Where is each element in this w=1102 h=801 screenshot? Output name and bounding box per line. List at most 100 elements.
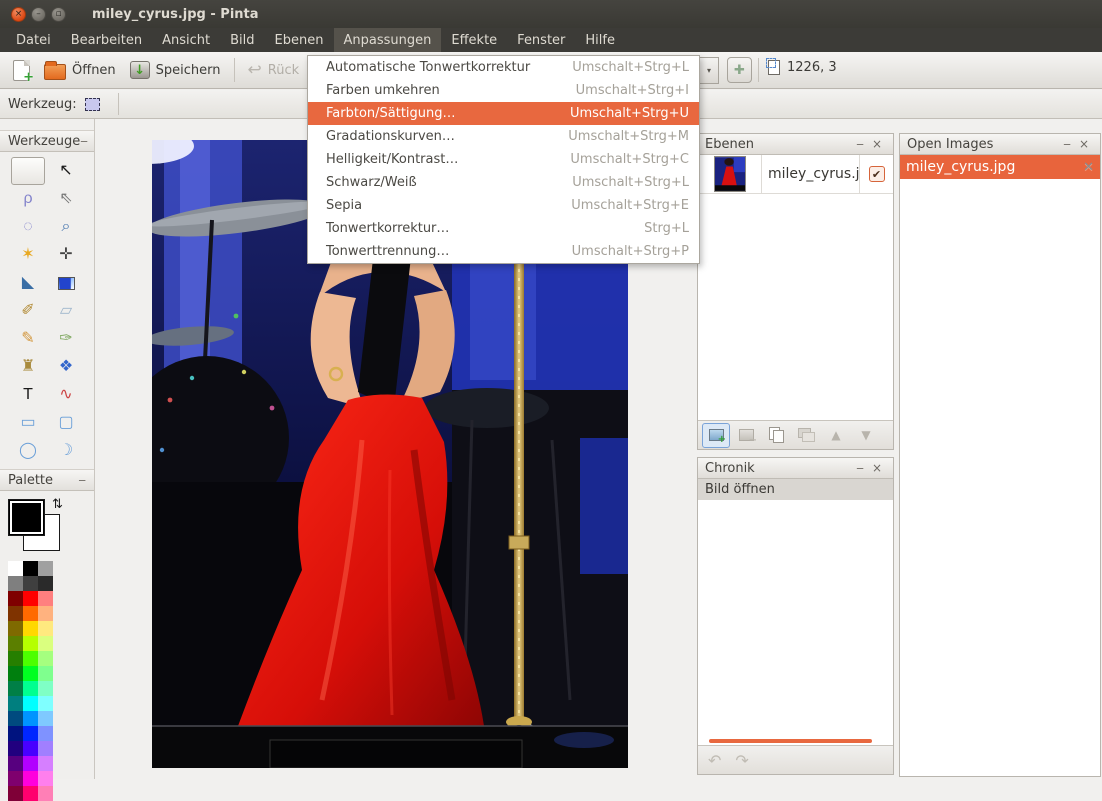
palette-swatch[interactable] bbox=[38, 591, 53, 606]
tool-pan[interactable]: ✛ bbox=[49, 241, 83, 269]
palette-swatch[interactable] bbox=[23, 726, 38, 741]
palette-swatch[interactable] bbox=[8, 726, 23, 741]
tool-color-picker[interactable]: ✑ bbox=[49, 325, 83, 353]
zoom-combo-arrow-button[interactable]: ▾ bbox=[700, 57, 719, 84]
close-panel-icon[interactable]: × bbox=[868, 138, 886, 150]
move-layer-down-button[interactable]: ▼ bbox=[852, 423, 880, 448]
history-redo-button[interactable]: ↷ bbox=[735, 751, 748, 770]
minimize-panel-icon[interactable]: ‒ bbox=[852, 462, 868, 474]
minimize-panel-icon[interactable]: ‒ bbox=[1059, 138, 1075, 150]
move-layer-up-button[interactable]: ▲ bbox=[822, 423, 850, 448]
layer-visible-checkbox[interactable]: ✔ bbox=[869, 166, 885, 182]
palette-swatch[interactable] bbox=[38, 786, 53, 801]
tool-eraser[interactable]: ▱ bbox=[49, 297, 83, 325]
menubar-item-Hilfe[interactable]: Hilfe bbox=[575, 28, 625, 52]
current-tool-icon[interactable] bbox=[85, 98, 100, 111]
tool-freeform-shape[interactable]: ☽ bbox=[49, 437, 83, 465]
dropdown-menu-item[interactable]: Farben umkehren Umschalt+Strg+I bbox=[308, 79, 699, 102]
dropdown-menu-item[interactable]: Farbton/Sättigung… Umschalt+Strg+U bbox=[308, 102, 699, 125]
tool-paintbrush[interactable]: ✐ bbox=[11, 297, 45, 325]
palette-swatch[interactable] bbox=[23, 561, 38, 576]
maximize-window-button[interactable]: ▫ bbox=[51, 7, 66, 22]
palette-swatch[interactable] bbox=[38, 606, 53, 621]
palette-swatch[interactable] bbox=[8, 561, 23, 576]
palette-swatch[interactable] bbox=[23, 741, 38, 756]
palette-swatch[interactable] bbox=[38, 741, 53, 756]
palette-swatch[interactable] bbox=[23, 651, 38, 666]
palette-swatch[interactable] bbox=[38, 666, 53, 681]
palette-swatch[interactable] bbox=[23, 696, 38, 711]
tool-lasso-select[interactable]: ρ bbox=[11, 185, 45, 213]
duplicate-layer-button[interactable] bbox=[762, 423, 790, 448]
menubar-item-Anpassungen[interactable]: Anpassungen bbox=[334, 28, 442, 52]
delete-layer-button[interactable]: − bbox=[732, 423, 760, 448]
palette-swatch[interactable] bbox=[23, 666, 38, 681]
close-panel-icon[interactable]: × bbox=[1075, 138, 1093, 150]
palette-swatch[interactable] bbox=[23, 621, 38, 636]
merge-layer-button[interactable] bbox=[792, 423, 820, 448]
palette-swatch[interactable] bbox=[8, 696, 23, 711]
tool-rounded-rectangle[interactable]: ▢ bbox=[49, 409, 83, 437]
palette-swatch[interactable] bbox=[38, 681, 53, 696]
palette-swatch[interactable] bbox=[8, 666, 23, 681]
palette-swatch[interactable] bbox=[23, 756, 38, 771]
palette-swatch[interactable] bbox=[8, 621, 23, 636]
close-panel-icon[interactable]: × bbox=[868, 462, 886, 474]
dropdown-menu-item[interactable]: Automatische Tonwertkorrektur Umschalt+S… bbox=[308, 56, 699, 79]
dropdown-menu-item[interactable]: Tonwertkorrektur… Strg+L bbox=[308, 217, 699, 240]
palette-swatch[interactable] bbox=[38, 561, 53, 576]
dropdown-menu-item[interactable]: Gradationskurven… Umschalt+Strg+M bbox=[308, 125, 699, 148]
tool-move-selection[interactable]: ↖ bbox=[49, 157, 83, 185]
tool-line-curve[interactable]: ∿ bbox=[49, 381, 83, 409]
tool-zoom[interactable]: ⌕ bbox=[49, 213, 83, 241]
tool-text[interactable]: T bbox=[11, 381, 45, 409]
crop-to-selection-button[interactable]: ✚ bbox=[727, 57, 752, 83]
dropdown-menu-item[interactable]: Tonwerttrennung… Umschalt+Strg+P bbox=[308, 240, 699, 263]
undo-button[interactable]: ↩ Rück bbox=[241, 59, 307, 82]
dropdown-menu-item[interactable]: Schwarz/Weiß Umschalt+Strg+L bbox=[308, 171, 699, 194]
tool-paint-bucket[interactable]: ◣ bbox=[11, 269, 45, 297]
new-image-button[interactable]: + bbox=[6, 57, 37, 84]
palette-swatch[interactable] bbox=[23, 786, 38, 801]
palette-swatch[interactable] bbox=[38, 576, 53, 591]
palette-swatch[interactable] bbox=[38, 711, 53, 726]
palette-swatch[interactable] bbox=[23, 576, 38, 591]
dropdown-menu-item[interactable]: Helligkeit/Kontrast… Umschalt+Strg+C bbox=[308, 148, 699, 171]
palette-swatch[interactable] bbox=[38, 696, 53, 711]
open-image-item[interactable]: miley_cyrus.jpg ✕ bbox=[900, 155, 1100, 179]
tool-recolor[interactable]: ❖ bbox=[49, 353, 83, 381]
palette-swatch[interactable] bbox=[23, 711, 38, 726]
palette-swatch[interactable] bbox=[8, 591, 23, 606]
collapse-icon[interactable]: ‒ bbox=[80, 134, 88, 148]
menubar-item-Fenster[interactable]: Fenster bbox=[507, 28, 575, 52]
layer-row[interactable]: miley_cyrus.jp ✔ bbox=[698, 155, 893, 194]
menubar-item-Effekte[interactable]: Effekte bbox=[441, 28, 507, 52]
palette-swatch[interactable] bbox=[8, 576, 23, 591]
palette-swatch[interactable] bbox=[38, 636, 53, 651]
palette-swatch[interactable] bbox=[38, 726, 53, 741]
tool-rectangle-select[interactable] bbox=[11, 157, 45, 185]
tool-ellipse[interactable]: ◯ bbox=[11, 437, 45, 465]
history-item[interactable]: Bild öffnen bbox=[698, 479, 893, 500]
primary-color-well[interactable] bbox=[8, 499, 45, 536]
palette-swatch[interactable] bbox=[23, 636, 38, 651]
dropdown-menu-item[interactable]: Sepia Umschalt+Strg+E bbox=[308, 194, 699, 217]
history-undo-button[interactable]: ↶ bbox=[708, 751, 721, 770]
tool-pencil[interactable]: ✎ bbox=[11, 325, 45, 353]
tool-clone-stamp[interactable]: ♜ bbox=[11, 353, 45, 381]
palette-swatch[interactable] bbox=[38, 621, 53, 636]
palette-swatch[interactable] bbox=[8, 711, 23, 726]
collapse-icon[interactable]: ‒ bbox=[78, 473, 86, 487]
menubar-item-Ansicht[interactable]: Ansicht bbox=[152, 28, 220, 52]
tool-gradient[interactable]: ▉ bbox=[49, 269, 83, 297]
close-image-icon[interactable]: ✕ bbox=[1083, 160, 1094, 175]
menubar-item-Datei[interactable]: Datei bbox=[6, 28, 61, 52]
horizontal-scrollbar[interactable] bbox=[709, 739, 872, 743]
tool-rectangle[interactable]: ▭ bbox=[11, 409, 45, 437]
minimize-window-button[interactable]: – bbox=[31, 7, 46, 22]
swap-colors-icon[interactable]: ⇅ bbox=[52, 497, 63, 512]
menubar-item-Ebenen[interactable]: Ebenen bbox=[265, 28, 334, 52]
minimize-panel-icon[interactable]: ‒ bbox=[852, 138, 868, 150]
palette-swatch[interactable] bbox=[8, 756, 23, 771]
palette-swatch[interactable] bbox=[8, 606, 23, 621]
